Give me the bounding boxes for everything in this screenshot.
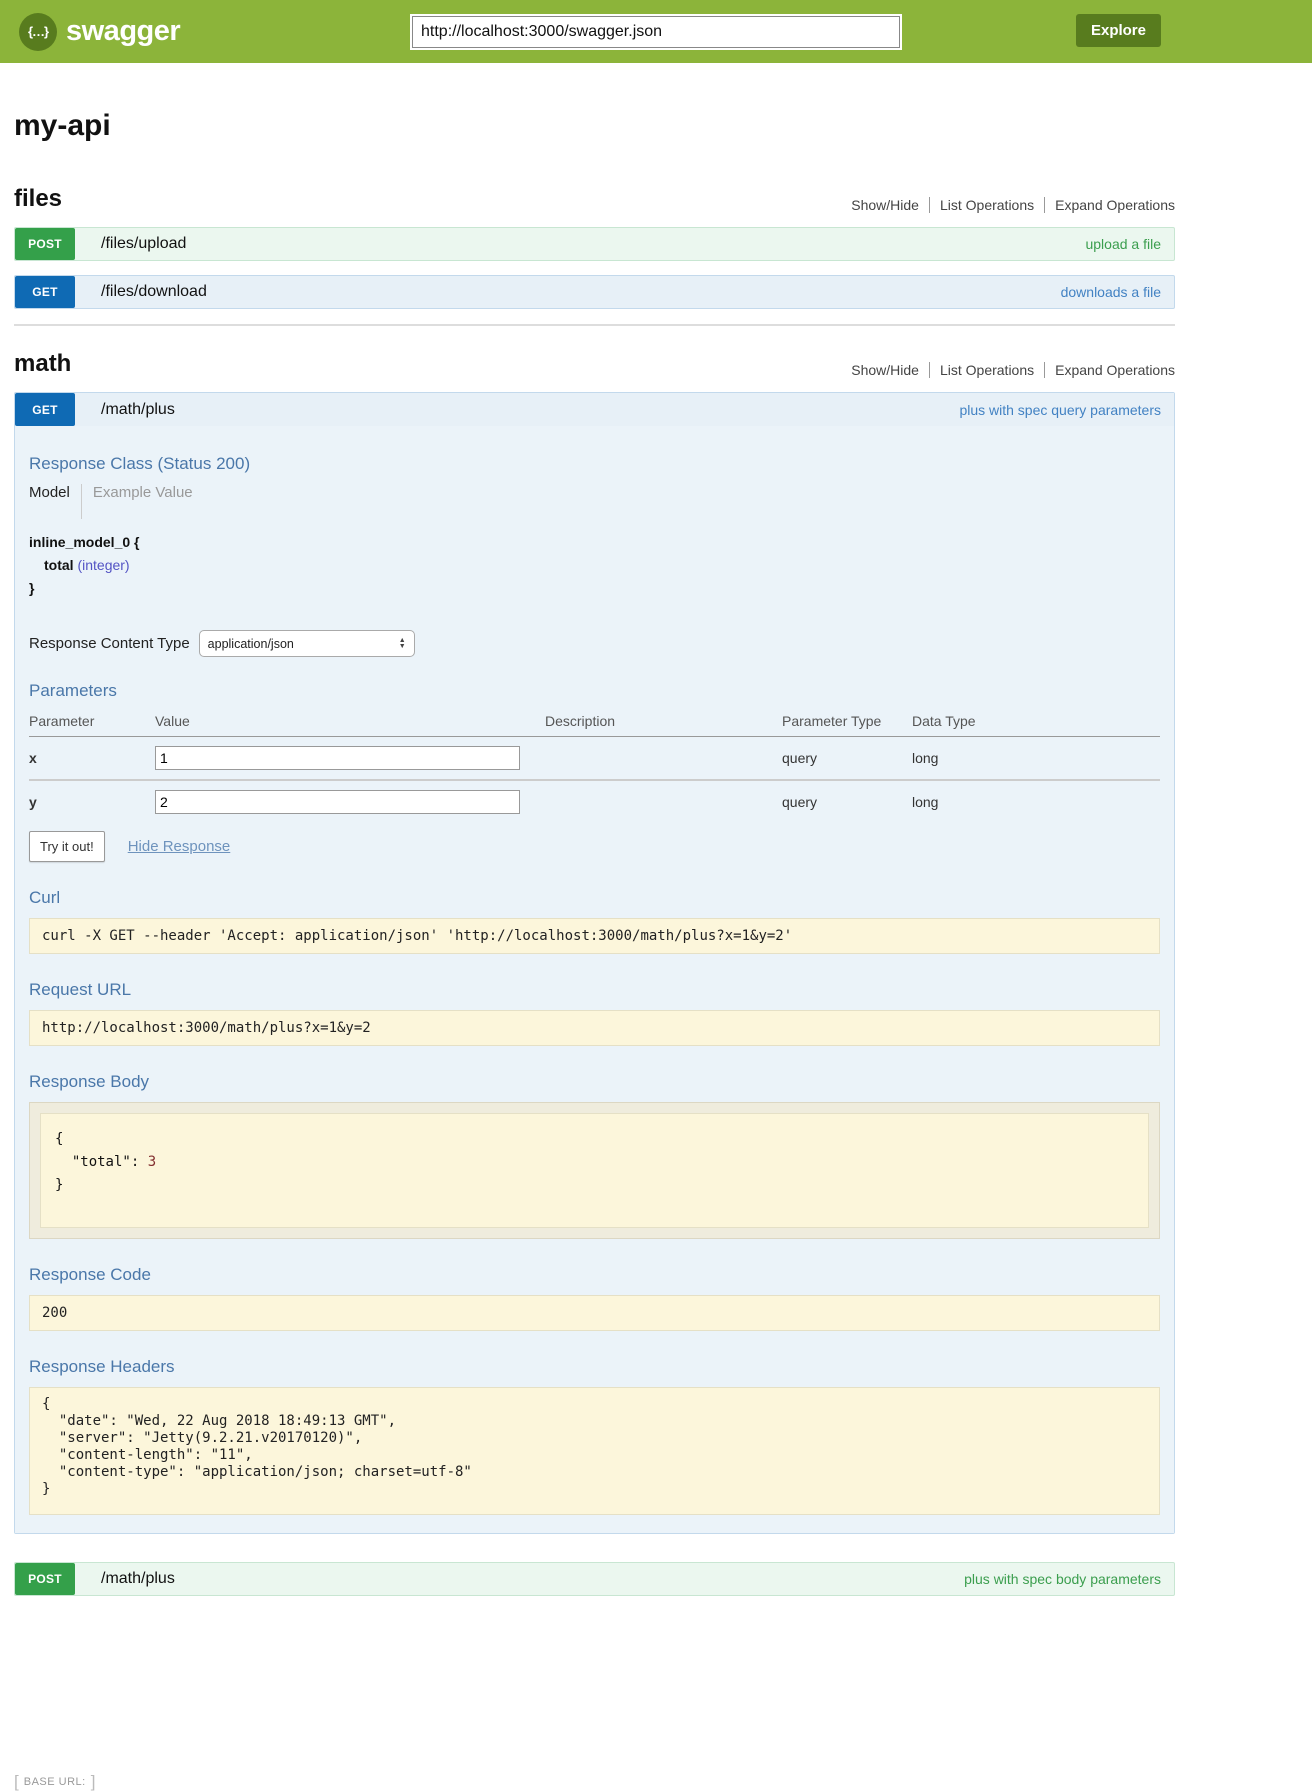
- response-body-json: { "total": 3 }: [40, 1113, 1149, 1228]
- model-open: inline_model_0 {: [29, 531, 1160, 554]
- json-open-brace: {: [55, 1128, 1134, 1151]
- op-summary[interactable]: upload a file: [1085, 236, 1161, 252]
- response-headers-json: { "date": "Wed, 22 Aug 2018 18:49:13 GMT…: [29, 1387, 1160, 1515]
- param-value-input-x[interactable]: [155, 746, 520, 770]
- param-data-type: long: [912, 737, 1160, 781]
- model-property-type: (integer): [77, 557, 129, 573]
- select-value: application/json: [208, 637, 294, 651]
- param-value-input-y[interactable]: [155, 790, 520, 814]
- op-content: Response Class (Status 200) Model Exampl…: [15, 426, 1174, 1533]
- footer-bracket-left: [: [14, 1772, 19, 1792]
- parameters-heading: Parameters: [29, 681, 1160, 701]
- response-code-heading: Response Code: [29, 1265, 1160, 1285]
- curl-heading: Curl: [29, 888, 1160, 908]
- try-row: Try it out! Hide Response: [29, 831, 1160, 862]
- op-path[interactable]: /math/plus: [101, 1570, 175, 1588]
- op-row-get-files-download[interactable]: GET /files/download downloads a file: [14, 275, 1175, 309]
- request-url-heading: Request URL: [29, 980, 1160, 1000]
- param-row-y: y query long: [29, 780, 1160, 823]
- tab-model[interactable]: Model: [29, 484, 81, 519]
- show-hide-link[interactable]: Show/Hide: [841, 362, 929, 378]
- column-description: Description: [545, 709, 782, 737]
- base-url-footer: [ BASE URL: ]: [14, 1772, 1175, 1792]
- parameters-table: Parameter Value Description Parameter Ty…: [29, 709, 1160, 823]
- response-headers-heading: Response Headers: [29, 1357, 1160, 1377]
- post-method-badge: POST: [15, 228, 75, 260]
- column-value: Value: [155, 709, 545, 737]
- json-colon: :: [131, 1154, 148, 1170]
- op-row-get-math-plus[interactable]: GET /math/plus plus with spec query para…: [15, 393, 1174, 426]
- param-type: query: [782, 780, 912, 823]
- brand-text: swagger: [66, 15, 180, 48]
- op-block-get-math-plus: GET /math/plus plus with spec query para…: [14, 392, 1175, 1534]
- json-close-brace: }: [55, 1174, 1134, 1197]
- op-path[interactable]: /files/download: [101, 283, 207, 301]
- get-method-badge: GET: [15, 276, 75, 308]
- parameters-header-row: Parameter Value Description Parameter Ty…: [29, 709, 1160, 737]
- json-total-line: "total": 3: [55, 1151, 1134, 1174]
- param-description: [545, 737, 782, 781]
- page-title: my-api: [14, 109, 1175, 143]
- column-parameter-type: Parameter Type: [782, 709, 912, 737]
- op-row-post-files-upload[interactable]: POST /files/upload upload a file: [14, 227, 1175, 261]
- op-path[interactable]: /math/plus: [101, 401, 175, 419]
- hide-response-link[interactable]: Hide Response: [128, 838, 231, 855]
- swagger-logo[interactable]: {…} swagger: [19, 13, 180, 51]
- response-code-value: 200: [29, 1295, 1160, 1331]
- section-title-math[interactable]: math: [14, 350, 71, 378]
- model-close: }: [29, 577, 1160, 600]
- get-method-badge: GET: [15, 393, 75, 426]
- list-operations-link[interactable]: List Operations: [929, 197, 1044, 213]
- explore-button[interactable]: Explore: [1076, 14, 1161, 47]
- model-property-name: total: [44, 557, 74, 573]
- column-parameter: Parameter: [29, 709, 155, 737]
- response-content-type-label: Response Content Type: [29, 635, 190, 652]
- footer-base-url-label: BASE URL:: [24, 1776, 86, 1788]
- tab-example-value[interactable]: Example Value: [81, 484, 193, 519]
- model-property: total (integer): [44, 554, 1160, 577]
- response-content-type-row: Response Content Type application/json ▲…: [29, 630, 1160, 657]
- op-summary[interactable]: plus with spec query parameters: [959, 402, 1161, 418]
- json-key: "total": [72, 1154, 131, 1170]
- try-it-out-button[interactable]: Try it out!: [29, 831, 105, 862]
- select-arrows-icon: ▲▼: [399, 638, 406, 650]
- response-class-tabs: Model Example Value: [29, 484, 1160, 519]
- param-row-x: x query long: [29, 737, 1160, 781]
- files-section-header: files Show/Hide List Operations Expand O…: [14, 185, 1175, 213]
- op-summary[interactable]: plus with spec body parameters: [964, 1571, 1161, 1587]
- response-class-heading: Response Class (Status 200): [29, 454, 1160, 474]
- op-summary[interactable]: downloads a file: [1061, 284, 1161, 300]
- op-path[interactable]: /files/upload: [101, 235, 186, 253]
- param-type: query: [782, 737, 912, 781]
- request-url-value: http://localhost:3000/math/plus?x=1&y=2: [29, 1010, 1160, 1046]
- section-divider: [14, 324, 1175, 326]
- json-number-value: 3: [148, 1154, 156, 1170]
- list-operations-link[interactable]: List Operations: [929, 362, 1044, 378]
- curl-command: curl -X GET --header 'Accept: applicatio…: [29, 918, 1160, 954]
- param-name: x: [29, 737, 155, 781]
- expand-operations-link[interactable]: Expand Operations: [1044, 362, 1175, 378]
- op-row-post-math-plus[interactable]: POST /math/plus plus with spec body para…: [14, 1562, 1175, 1596]
- math-section-links: Show/Hide List Operations Expand Operati…: [841, 362, 1175, 378]
- model-signature: inline_model_0 { total (integer) }: [29, 531, 1160, 600]
- swagger-logo-icon: {…}: [19, 13, 57, 51]
- swagger-url-input[interactable]: [412, 16, 900, 48]
- top-header-bar: {…} swagger Explore: [0, 0, 1312, 63]
- param-data-type: long: [912, 780, 1160, 823]
- response-content-type-select[interactable]: application/json ▲▼: [199, 630, 415, 657]
- column-data-type: Data Type: [912, 709, 1160, 737]
- section-title-files[interactable]: files: [14, 185, 62, 213]
- post-method-badge: POST: [15, 1563, 75, 1595]
- math-section-header: math Show/Hide List Operations Expand Op…: [14, 350, 1175, 378]
- show-hide-link[interactable]: Show/Hide: [841, 197, 929, 213]
- footer-bracket-right: ]: [91, 1772, 96, 1792]
- param-description: [545, 780, 782, 823]
- expand-operations-link[interactable]: Expand Operations: [1044, 197, 1175, 213]
- response-body-container: { "total": 3 }: [29, 1102, 1160, 1239]
- response-body-heading: Response Body: [29, 1072, 1160, 1092]
- files-section-links: Show/Hide List Operations Expand Operati…: [841, 197, 1175, 213]
- param-name: y: [29, 780, 155, 823]
